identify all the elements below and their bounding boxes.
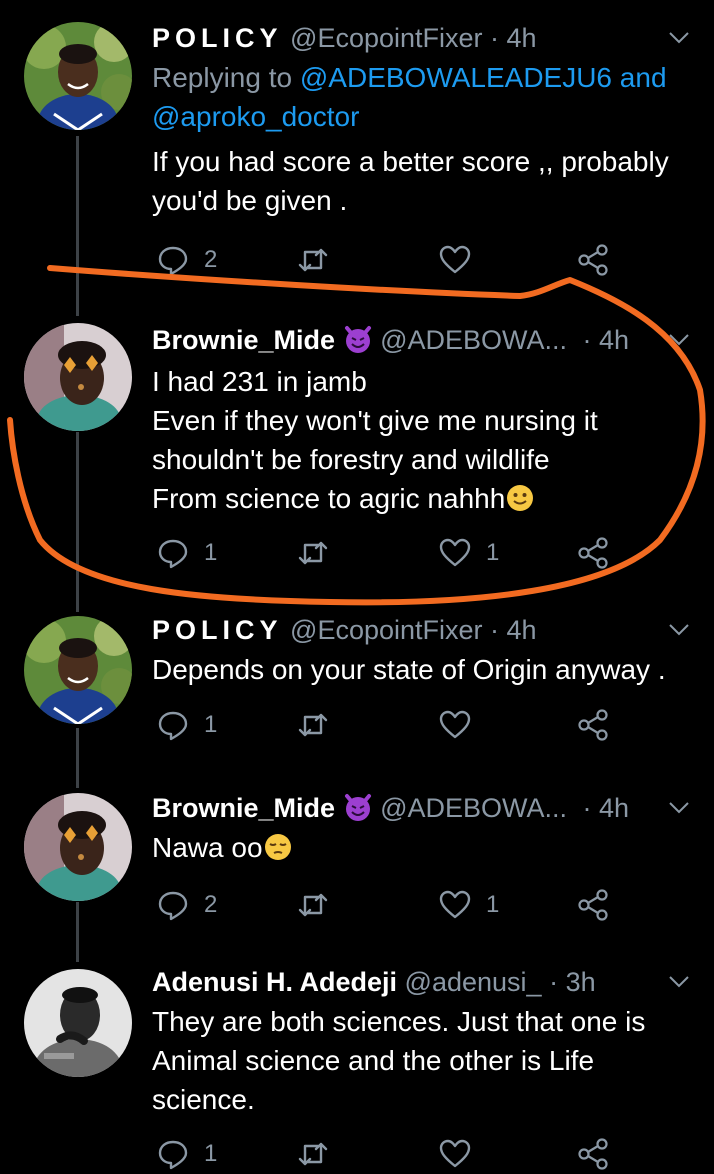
retweet-icon — [298, 1142, 328, 1166]
heart-icon — [439, 1139, 471, 1168]
retweet-button[interactable] — [296, 240, 330, 280]
reply-icon — [158, 539, 188, 569]
tweet[interactable]: Adenusi H. Adedeji @adenusi_ · 3h They a… — [0, 962, 714, 1170]
chevron-down-icon[interactable] — [666, 24, 692, 50]
tweet-text: Nawa oo — [152, 828, 696, 867]
chevron-down-icon[interactable] — [666, 616, 692, 642]
like-count: 1 — [486, 891, 500, 918]
chevron-down-icon[interactable] — [666, 968, 692, 994]
share-button[interactable] — [576, 885, 610, 925]
avatar[interactable] — [24, 323, 132, 431]
share-icon — [578, 244, 608, 276]
replying-to: Replying to @ADEBOWALEADEJU6 and @aproko… — [152, 62, 667, 132]
share-icon — [578, 709, 608, 741]
share-icon — [578, 889, 608, 921]
username[interactable]: @adenusi_ — [405, 967, 542, 997]
retweet-button[interactable] — [296, 885, 330, 925]
like-count: 1 — [486, 539, 500, 566]
tweet-header: POLICY @EcopointFixer · 4h — [152, 610, 714, 650]
reply-icon — [158, 1140, 188, 1170]
display-name[interactable]: POLICY — [152, 615, 283, 645]
share-icon — [578, 537, 608, 569]
retweet-button[interactable] — [296, 1134, 330, 1174]
share-button[interactable] — [576, 240, 610, 280]
timestamp[interactable]: · 4h — [490, 615, 537, 645]
smiling-face-with-horns-icon — [344, 326, 371, 353]
reply-button[interactable]: 1 — [156, 533, 217, 573]
display-name[interactable]: Brownie_Mide — [152, 793, 335, 823]
tweet-actions: 1 1 — [152, 533, 632, 573]
tweet[interactable]: Brownie_Mide @ADEBOWA... · 4h I had 231 … — [0, 320, 714, 590]
like-button[interactable] — [438, 1134, 472, 1174]
timestamp[interactable]: · 4h — [583, 793, 630, 823]
retweet-icon — [298, 248, 328, 272]
tweet[interactable]: Brownie_Mide @ADEBOWA... · 4h Nawa oo 2 … — [0, 788, 714, 938]
reply-icon — [158, 891, 188, 921]
mention-link[interactable]: @ADEBOWALEADEJU6 — [300, 62, 612, 93]
like-button[interactable]: 1 — [438, 885, 499, 925]
chevron-down-icon[interactable] — [666, 794, 692, 820]
retweet-button[interactable] — [296, 705, 330, 745]
tweet[interactable]: POLICY @EcopointFixer · 4h Depends on yo… — [0, 610, 714, 760]
reply-count: 2 — [204, 246, 218, 273]
smiling-face-with-horns-icon — [344, 794, 371, 821]
heart-icon — [439, 245, 471, 274]
tweet-text: Depends on your state of Origin anyway . — [152, 654, 666, 685]
tweet-header: Adenusi H. Adedeji @adenusi_ · 3h — [152, 962, 714, 1002]
reply-icon — [158, 711, 188, 741]
tweet-actions: 2 1 — [152, 885, 632, 925]
timestamp[interactable]: · 3h — [549, 967, 596, 997]
heart-icon — [439, 890, 471, 919]
avatar[interactable] — [24, 969, 132, 1077]
share-button[interactable] — [576, 705, 610, 745]
like-button[interactable]: 1 — [438, 533, 499, 573]
tweet-header: Brownie_Mide @ADEBOWA... · 4h — [152, 788, 714, 828]
tweet-text: If you had score a better score ,, proba… — [152, 146, 669, 216]
avatar[interactable] — [24, 616, 132, 724]
like-button[interactable] — [438, 705, 472, 745]
username[interactable]: @ADEBOWA... — [380, 793, 567, 823]
username[interactable]: @EcopointFixer — [290, 23, 482, 53]
chevron-down-icon[interactable] — [666, 326, 692, 352]
retweet-button[interactable] — [296, 533, 330, 573]
timestamp[interactable]: · 4h — [583, 325, 630, 355]
display-name[interactable]: Brownie_Mide — [152, 325, 335, 355]
reply-button[interactable]: 1 — [156, 1134, 217, 1174]
tweet-text: They are both sciences. Just that one is… — [152, 1006, 646, 1115]
slightly-smiling-face-icon — [507, 485, 534, 511]
retweet-icon — [298, 893, 328, 917]
heart-icon — [439, 538, 471, 567]
tweet-text: I had 231 in jamb Even if they won't giv… — [152, 366, 598, 514]
reply-button[interactable]: 2 — [156, 240, 217, 280]
tweet-actions: 1 — [152, 705, 632, 745]
avatar[interactable] — [24, 793, 132, 901]
like-button[interactable] — [438, 240, 472, 280]
share-button[interactable] — [576, 533, 610, 573]
username[interactable]: @EcopointFixer — [290, 615, 482, 645]
username[interactable]: @ADEBOWA... — [380, 325, 567, 355]
tweet-actions: 2 — [152, 240, 632, 280]
retweet-icon — [298, 541, 328, 565]
heart-icon — [439, 710, 471, 739]
tweet[interactable]: POLICY @EcopointFixer · 4h Replying to @… — [0, 18, 714, 288]
retweet-icon — [298, 713, 328, 737]
reply-count: 2 — [204, 891, 218, 918]
share-button[interactable] — [576, 1134, 610, 1174]
pensive-face-icon — [264, 834, 291, 860]
display-name[interactable]: POLICY — [152, 23, 283, 53]
reply-count: 1 — [204, 539, 218, 566]
share-icon — [578, 1138, 608, 1170]
reply-button[interactable]: 2 — [156, 885, 217, 925]
tweet-header: POLICY @EcopointFixer · 4h — [152, 18, 714, 58]
avatar[interactable] — [24, 22, 132, 130]
timestamp[interactable]: · 4h — [490, 23, 537, 53]
reply-count: 1 — [204, 711, 218, 738]
display-name[interactable]: Adenusi H. Adedeji — [152, 967, 397, 997]
tweet-header: Brownie_Mide @ADEBOWA... · 4h — [152, 320, 714, 360]
reply-icon — [158, 246, 188, 276]
reply-button[interactable]: 1 — [156, 705, 217, 745]
reply-count: 1 — [204, 1140, 218, 1167]
mention-link[interactable]: @aproko_doctor — [152, 101, 359, 132]
tweet-actions: 1 — [152, 1134, 632, 1174]
